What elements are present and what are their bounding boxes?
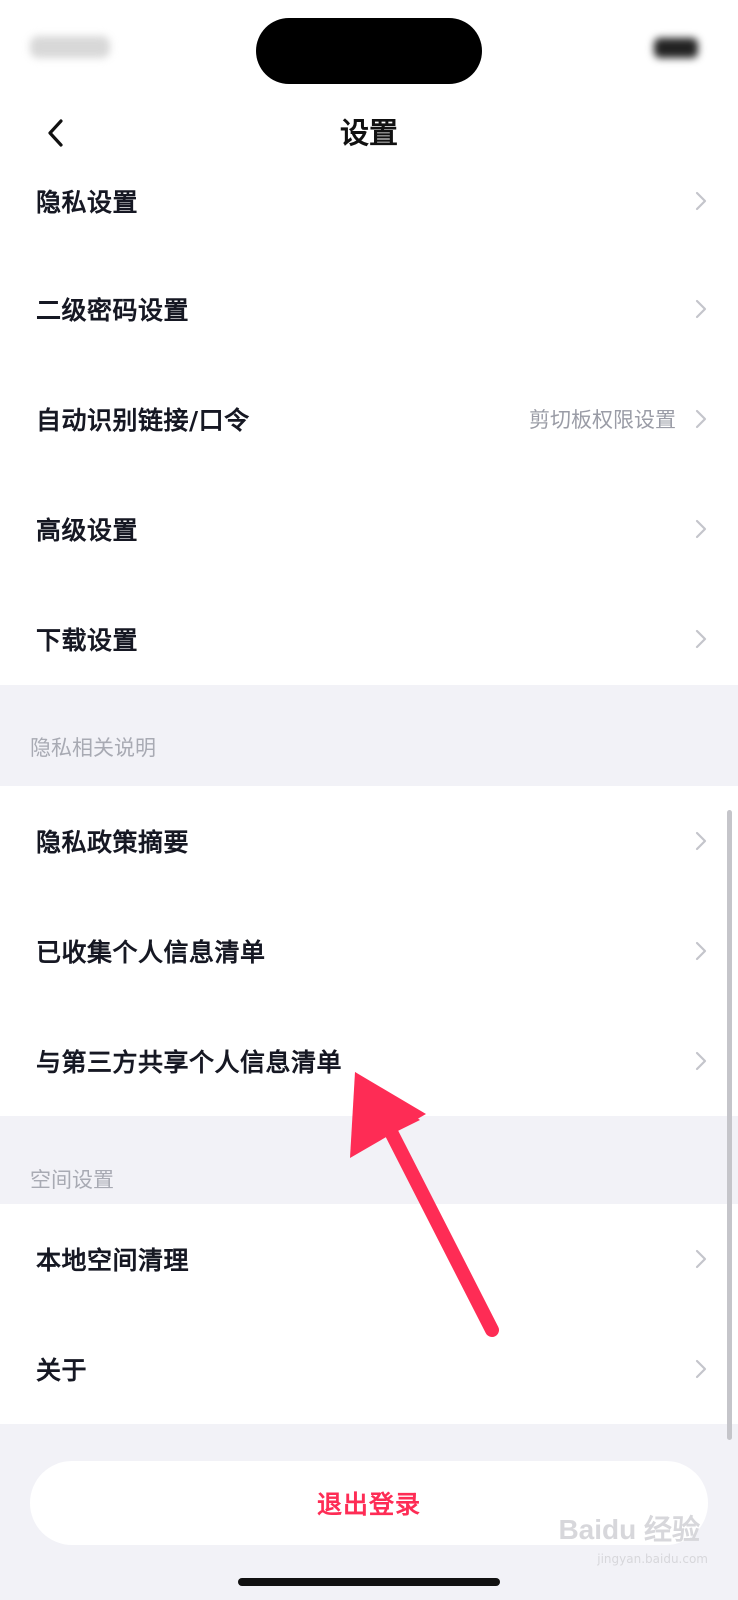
- chevron-right-icon: [695, 191, 707, 211]
- row-label: 已收集个人信息清单: [36, 938, 266, 967]
- chevron-right-icon: [695, 1249, 707, 1269]
- row-label: 高级设置: [36, 516, 139, 545]
- home-indicator: [238, 1578, 500, 1586]
- chevron-right-icon: [695, 941, 707, 961]
- chevron-right-icon: [695, 1359, 707, 1379]
- settings-row-privacy-summary[interactable]: 隐私政策摘要: [0, 786, 738, 896]
- settings-row-second-password[interactable]: 二级密码设置: [0, 254, 738, 364]
- row-label: 本地空间清理: [36, 1246, 190, 1275]
- status-time-blurred: [30, 36, 110, 58]
- settings-group-general: 隐私设置 二级密码设置 自动识别链接/口令 剪切板权限设置 高级设置 下载设置: [0, 148, 738, 685]
- dynamic-island: [256, 18, 482, 84]
- scrollbar[interactable]: [727, 810, 732, 1440]
- settings-row-local-cleanup[interactable]: 本地空间清理: [0, 1204, 738, 1314]
- settings-group-storage: 本地空间清理 关于: [0, 1204, 738, 1424]
- settings-row-collected-info[interactable]: 已收集个人信息清单: [0, 896, 738, 1006]
- settings-row-auto-link[interactable]: 自动识别链接/口令 剪切板权限设置: [0, 364, 738, 474]
- settings-group-privacy-info: 隐私政策摘要 已收集个人信息清单 与第三方共享个人信息清单: [0, 786, 738, 1116]
- chevron-right-icon: [695, 519, 707, 539]
- logout-label: 退出登录: [316, 1490, 421, 1519]
- settings-row-privacy[interactable]: 隐私设置: [0, 146, 738, 256]
- row-label: 隐私设置: [36, 188, 139, 217]
- row-label: 二级密码设置: [36, 296, 190, 325]
- baidu-watermark-logo: Baidu 经验: [558, 1514, 700, 1545]
- chevron-right-icon: [695, 629, 707, 649]
- row-hint: 剪切板权限设置: [529, 408, 676, 432]
- chevron-right-icon: [695, 831, 707, 851]
- row-label: 隐私政策摘要: [36, 828, 190, 857]
- settings-row-third-party-sharing[interactable]: 与第三方共享个人信息清单: [0, 1006, 738, 1116]
- section-title-storage: 空间设置: [30, 1168, 114, 1192]
- row-label: 与第三方共享个人信息清单: [36, 1048, 343, 1077]
- chevron-right-icon: [695, 299, 707, 319]
- chevron-right-icon: [695, 1051, 707, 1071]
- baidu-watermark-url: jingyan.baidu.com: [597, 1552, 708, 1566]
- status-bar: [0, 0, 738, 98]
- chevron-right-icon: [695, 409, 707, 429]
- settings-row-download[interactable]: 下载设置: [0, 584, 738, 694]
- row-label: 关于: [36, 1356, 88, 1385]
- row-label: 自动识别链接/口令: [36, 406, 250, 435]
- settings-row-about[interactable]: 关于: [0, 1314, 738, 1424]
- battery-icon: [654, 38, 698, 58]
- row-label: 下载设置: [36, 626, 139, 655]
- settings-row-advanced[interactable]: 高级设置: [0, 474, 738, 584]
- section-title-privacy-info: 隐私相关说明: [30, 736, 156, 760]
